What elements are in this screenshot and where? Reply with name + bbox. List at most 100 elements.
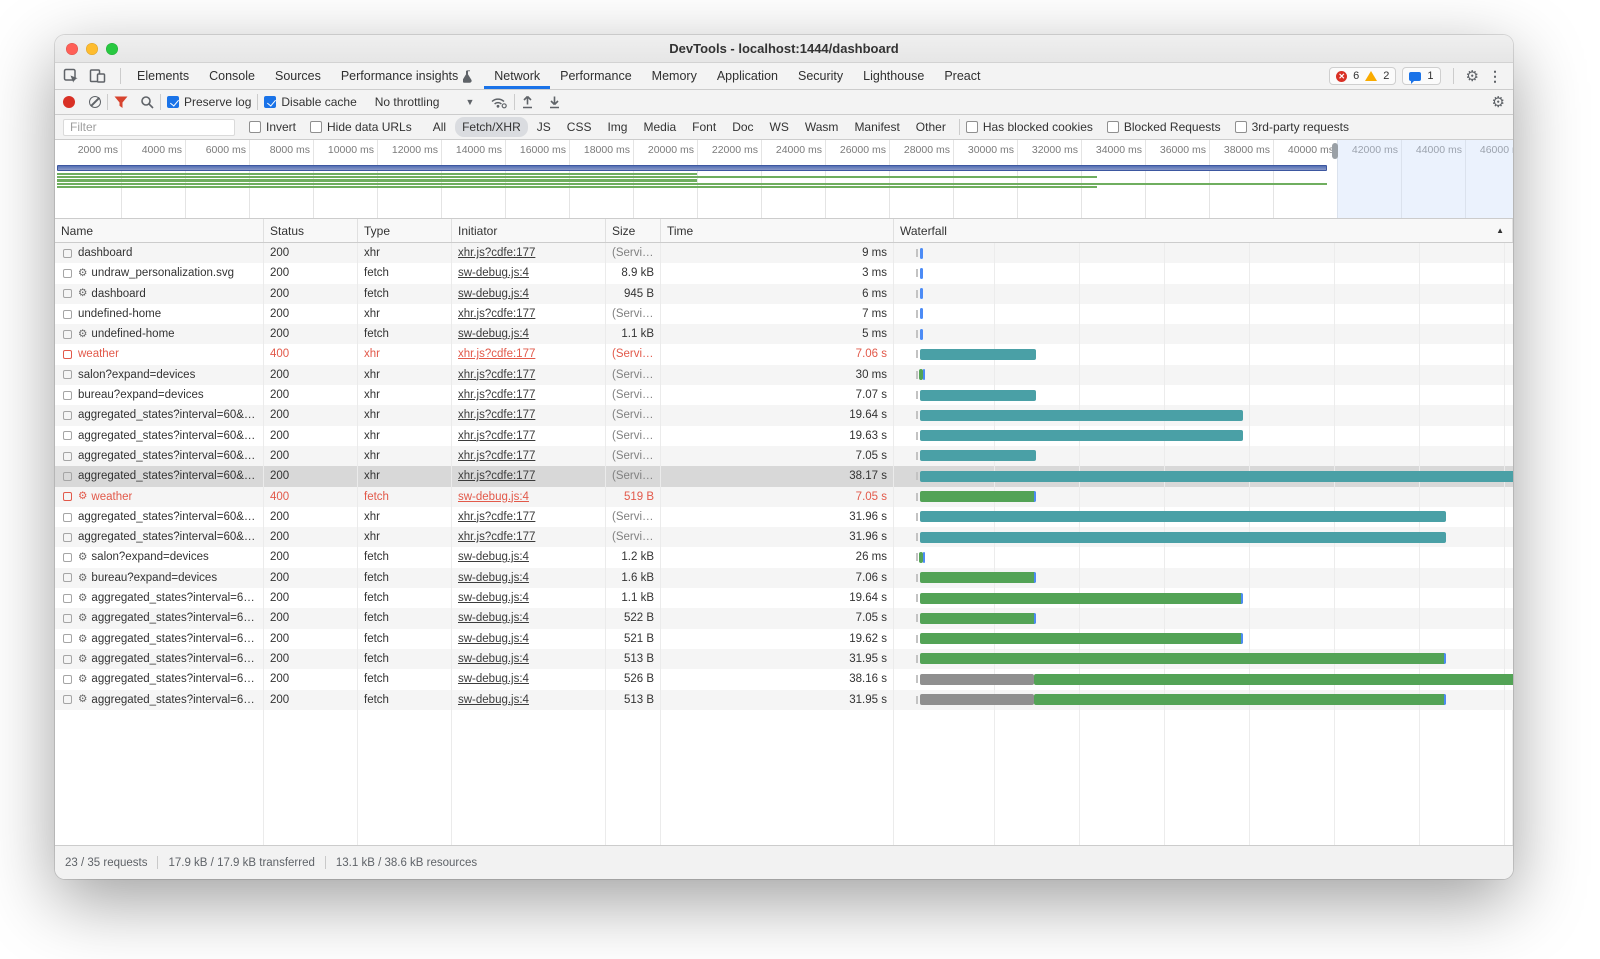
search-icon[interactable] [140,95,154,109]
filter-type-img[interactable]: Img [600,117,634,137]
zoom-window-button[interactable] [106,43,118,55]
disable-cache-toggle[interactable]: Disable cache [264,95,356,109]
filter-funnel-icon[interactable] [114,96,128,109]
filter-type-all[interactable]: All [426,117,453,137]
hide-data-urls-checkbox[interactable] [310,121,322,133]
table-row[interactable]: ⚙undraw_personalization.svg200fetchsw-de… [55,263,1513,283]
table-row[interactable]: ⚙dashboard200fetchsw-debug.js:4945 B6 ms [55,284,1513,304]
has-blocked-cookies-toggle[interactable]: Has blocked cookies [966,120,1093,134]
table-row[interactable]: ⚙weather400fetchsw-debug.js:4519 B7.05 s [55,487,1513,507]
table-row[interactable]: aggregated_states?interval=60&…200xhrxhr… [55,507,1513,527]
filter-type-doc[interactable]: Doc [725,117,760,137]
initiator-link[interactable]: sw-debug.js:4 [458,633,529,645]
table-row[interactable]: weather400xhrxhr.js?cdfe:177(Servi…7.06 … [55,344,1513,364]
initiator-link[interactable]: xhr.js?cdfe:177 [458,389,535,401]
tab-elements[interactable]: Elements [127,63,199,89]
filter-type-other[interactable]: Other [909,117,953,137]
initiator-link[interactable]: sw-debug.js:4 [458,267,529,279]
initiator-link[interactable]: sw-debug.js:4 [458,288,529,300]
table-row[interactable]: ⚙aggregated_states?interval=6…200fetchsw… [55,629,1513,649]
filter-type-media[interactable]: Media [636,117,683,137]
table-row[interactable]: ⚙undefined-home200fetchsw-debug.js:41.1 … [55,324,1513,344]
tab-performance-insights[interactable]: Performance insights [331,63,484,89]
filter-input[interactable] [63,119,235,136]
initiator-link[interactable]: xhr.js?cdfe:177 [458,531,535,543]
column-header-status[interactable]: Status [264,219,358,242]
filter-type-js[interactable]: JS [530,117,558,137]
tab-console[interactable]: Console [199,63,265,89]
inspect-element-icon[interactable] [63,68,79,84]
initiator-link[interactable]: xhr.js?cdfe:177 [458,369,535,381]
initiator-link[interactable]: xhr.js?cdfe:177 [458,308,535,320]
table-row[interactable]: bureau?expand=devices200xhrxhr.js?cdfe:1… [55,385,1513,405]
filter-type-fetch-xhr[interactable]: Fetch/XHR [455,117,528,137]
initiator-link[interactable]: sw-debug.js:4 [458,592,529,604]
table-row[interactable]: aggregated_states?interval=60&…200xhrxhr… [55,466,1513,486]
filter-type-manifest[interactable]: Manifest [847,117,906,137]
initiator-link[interactable]: sw-debug.js:4 [458,491,529,503]
tab-performance[interactable]: Performance [550,63,642,89]
table-row[interactable]: aggregated_states?interval=60&…200xhrxhr… [55,405,1513,425]
hide-data-urls-toggle[interactable]: Hide data URLs [310,120,412,134]
disable-cache-checkbox[interactable] [264,96,276,108]
blocked-requests-checkbox[interactable] [1107,121,1119,133]
initiator-link[interactable]: sw-debug.js:4 [458,673,529,685]
column-header-type[interactable]: Type [358,219,452,242]
overview-resize-handle[interactable] [1332,143,1338,159]
table-row[interactable]: aggregated_states?interval=60&…200xhrxhr… [55,446,1513,466]
network-overview-timeline[interactable]: 2000 ms4000 ms6000 ms8000 ms10000 ms1200… [55,140,1513,219]
initiator-link[interactable]: xhr.js?cdfe:177 [458,348,535,360]
minimize-window-button[interactable] [86,43,98,55]
record-network-log-button[interactable] [63,96,75,108]
table-row[interactable]: ⚙aggregated_states?interval=6…200fetchsw… [55,608,1513,628]
column-header-time[interactable]: Time [661,219,894,242]
import-har-icon[interactable] [521,95,534,109]
initiator-link[interactable]: xhr.js?cdfe:177 [458,430,535,442]
table-row[interactable]: salon?expand=devices200xhrxhr.js?cdfe:17… [55,365,1513,385]
table-row[interactable]: ⚙bureau?expand=devices200fetchsw-debug.j… [55,568,1513,588]
settings-gear-icon[interactable]: ⚙ [1466,69,1479,84]
tab-network[interactable]: Network [484,63,550,89]
table-row[interactable]: ⚙aggregated_states?interval=6…200fetchsw… [55,669,1513,689]
throttling-select[interactable]: No throttling ▼ [375,95,475,109]
column-header-size[interactable]: Size [606,219,661,242]
clear-network-log-icon[interactable] [89,96,101,108]
table-row[interactable]: ⚙aggregated_states?interval=6…200fetchsw… [55,690,1513,710]
tab-sources[interactable]: Sources [265,63,331,89]
filter-type-css[interactable]: CSS [560,117,599,137]
tab-security[interactable]: Security [788,63,853,89]
table-row[interactable]: ⚙aggregated_states?interval=6…200fetchsw… [55,649,1513,669]
filter-type-wasm[interactable]: Wasm [798,117,846,137]
tab-application[interactable]: Application [707,63,788,89]
export-har-icon[interactable] [548,95,561,109]
initiator-link[interactable]: sw-debug.js:4 [458,551,529,563]
initiator-link[interactable]: xhr.js?cdfe:177 [458,470,535,482]
initiator-link[interactable]: sw-debug.js:4 [458,328,529,340]
tab-memory[interactable]: Memory [642,63,707,89]
tab-preact[interactable]: Preact [934,63,990,89]
table-row[interactable]: undefined-home200xhrxhr.js?cdfe:177(Serv… [55,304,1513,324]
initiator-link[interactable]: xhr.js?cdfe:177 [458,511,535,523]
issues-badge[interactable]: 1 [1402,67,1440,85]
column-header-waterfall[interactable]: Waterfall▲ [894,219,1513,242]
filter-type-font[interactable]: Font [685,117,723,137]
initiator-link[interactable]: sw-debug.js:4 [458,572,529,584]
errors-warnings-badge[interactable]: ✕ 6 2 [1329,67,1396,85]
initiator-link[interactable]: sw-debug.js:4 [458,694,529,706]
third-party-requests-toggle[interactable]: 3rd-party requests [1235,120,1349,134]
third-party-requests-checkbox[interactable] [1235,121,1247,133]
table-row[interactable]: ⚙aggregated_states?interval=6…200fetchsw… [55,588,1513,608]
invert-checkbox[interactable] [249,121,261,133]
initiator-link[interactable]: sw-debug.js:4 [458,612,529,624]
initiator-link[interactable]: xhr.js?cdfe:177 [458,409,535,421]
initiator-link[interactable]: sw-debug.js:4 [458,653,529,665]
invert-toggle[interactable]: Invert [249,120,296,134]
tab-lighthouse[interactable]: Lighthouse [853,63,934,89]
initiator-link[interactable]: xhr.js?cdfe:177 [458,450,535,462]
network-conditions-wifi-icon[interactable] [490,95,508,109]
column-header-name[interactable]: Name [55,219,264,242]
preserve-log-toggle[interactable]: Preserve log [167,95,251,109]
preserve-log-checkbox[interactable] [167,96,179,108]
filter-type-ws[interactable]: WS [763,117,796,137]
table-row[interactable]: ⚙salon?expand=devices200fetchsw-debug.js… [55,547,1513,567]
